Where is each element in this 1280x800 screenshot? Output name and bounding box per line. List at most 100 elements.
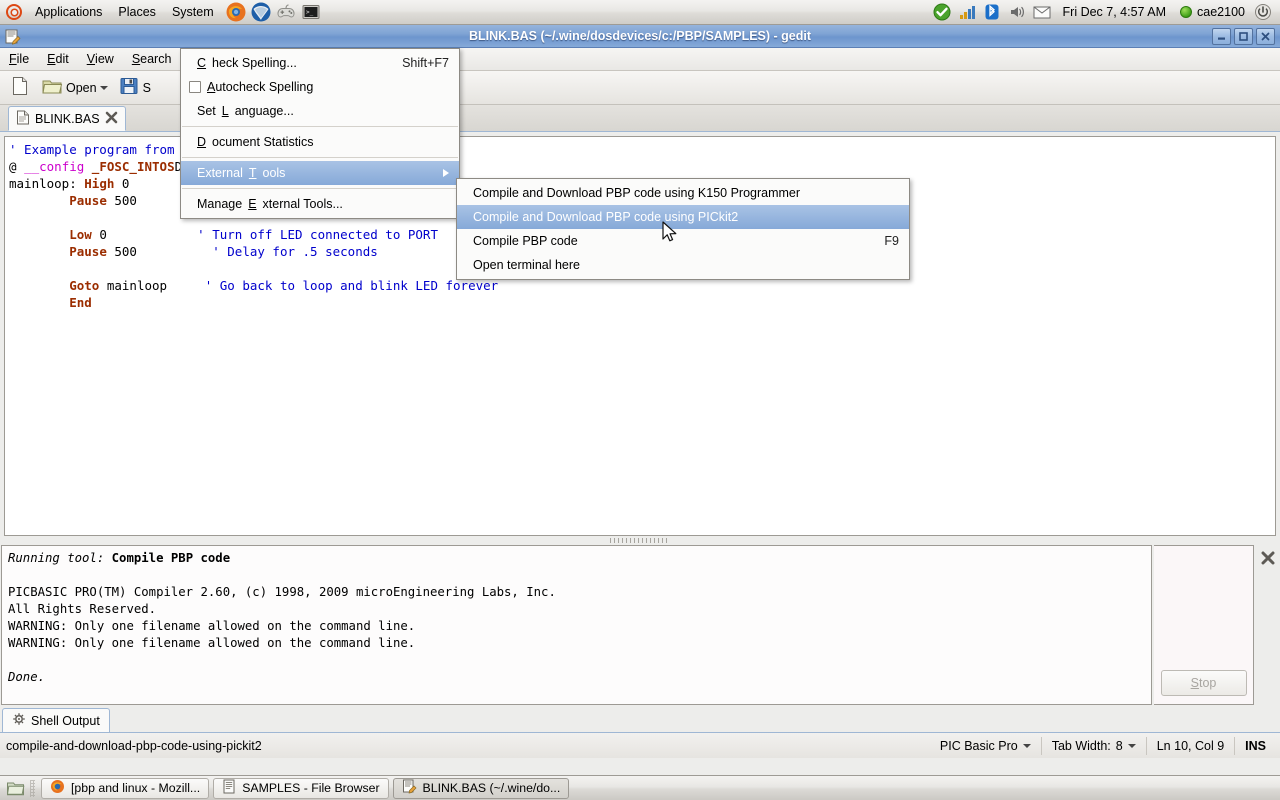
status-message: compile-and-download-pbp-code-using-pick… — [6, 739, 940, 753]
stop-button-label: top — [1199, 676, 1216, 690]
shell-output-line: Running tool: Compile PBP code — [8, 550, 1145, 567]
tab-close-icon[interactable] — [105, 111, 118, 127]
new-document-icon — [9, 75, 31, 100]
statusbar-insert-mode: INS — [1245, 739, 1274, 753]
code-token: mainloop: — [9, 176, 84, 191]
code-token — [9, 295, 69, 310]
bluetooth-icon[interactable] — [981, 1, 1003, 23]
firefox-icon — [50, 779, 65, 797]
code-token: 0 — [92, 227, 197, 242]
statusbar-language-selector[interactable]: PIC Basic Pro — [940, 739, 1031, 753]
code-token: ' Go back to loop and blink LED forever — [205, 278, 499, 293]
statusbar-language-label: PIC Basic Pro — [940, 739, 1018, 753]
taskbar-window-firefox-label: [pbp and linux - Mozill... — [71, 781, 200, 795]
chevron-down-icon — [1128, 744, 1136, 748]
submenu-item-k150[interactable]: Compile and Download PBP code using K150… — [457, 181, 909, 205]
code-token — [9, 278, 69, 293]
statusbar-tab-width-selector[interactable]: Tab Width: 8 — [1052, 739, 1136, 753]
ubuntu-logo-icon[interactable] — [5, 3, 23, 21]
power-icon[interactable] — [1252, 1, 1274, 23]
open-dropdown-caret-icon[interactable] — [100, 86, 108, 90]
window-controls — [1212, 28, 1280, 45]
network-signal-icon[interactable] — [956, 1, 978, 23]
code-token: _FOSC_INTOS — [84, 159, 174, 174]
statusbar: compile-and-download-pbp-code-using-pick… — [0, 732, 1280, 758]
submenu-item-compile-pbp[interactable]: Compile PBP code F9 — [457, 229, 909, 253]
shell-output-line — [8, 567, 1145, 584]
code-token: 0 — [114, 176, 129, 191]
taskbar-window-gedit-label: BLINK.BAS (~/.wine/do... — [423, 781, 561, 795]
shell-output-done: Done. — [8, 669, 1145, 686]
terminal-icon[interactable]: >_ — [300, 1, 322, 23]
shell-output-text[interactable]: Running tool: Compile PBP code PICBASIC … — [1, 545, 1152, 705]
panel-close-icon[interactable] — [1256, 545, 1280, 705]
taskbar-window-firefox[interactable]: [pbp and linux - Mozill... — [41, 778, 209, 799]
stop-button[interactable]: Stop — [1161, 670, 1247, 696]
statusbar-tab-width-label: Tab Width: — [1052, 739, 1111, 753]
statusbar-separator-3 — [1234, 737, 1235, 755]
maximize-icon[interactable] — [1234, 28, 1253, 45]
code-token — [9, 193, 69, 208]
taskbar-grip[interactable] — [30, 780, 35, 797]
panel-menu-places[interactable]: Places — [111, 2, 163, 22]
menu-item-document-statistics[interactable]: Document Statistics — [181, 130, 459, 154]
tab-shell-output[interactable]: Shell Output — [2, 708, 110, 732]
menu-file[interactable]: File — [0, 48, 38, 70]
code-token: 500 — [107, 244, 212, 259]
menu-separator — [182, 126, 458, 127]
panel-clock[interactable]: Fri Dec 7, 4:57 AM — [1056, 2, 1174, 22]
chevron-down-icon — [1023, 744, 1031, 748]
menu-item-external-tools[interactable]: External Tools — [181, 161, 459, 185]
firefox-icon[interactable] — [225, 1, 247, 23]
update-manager-icon[interactable] — [931, 1, 953, 23]
panel-splitter[interactable] — [0, 536, 1280, 545]
window-titlebar[interactable]: BLINK.BAS (~/.wine/dosdevices/c:/PBP/SAM… — [0, 25, 1280, 48]
splitter-grip[interactable] — [610, 538, 670, 543]
taskbar-window-file-browser-label: SAMPLES - File Browser — [242, 781, 379, 795]
taskbar-window-gedit[interactable]: BLINK.BAS (~/.wine/do... — [393, 778, 570, 799]
code-token: @ — [9, 159, 24, 174]
shell-output-side: Stop — [1154, 545, 1254, 705]
shell-output-line — [8, 652, 1145, 669]
panel-user-menu[interactable]: cae2100 — [1176, 2, 1249, 22]
code-token: Goto — [69, 278, 99, 293]
code-token — [9, 244, 69, 259]
taskbar: [pbp and linux - Mozill... SAMPLES - Fil… — [0, 775, 1280, 800]
menu-view[interactable]: View — [78, 48, 123, 70]
document-tab-blink-bas[interactable]: BLINK.BAS — [8, 106, 126, 131]
volume-icon[interactable] — [1006, 1, 1028, 23]
bottom-tabstrip: Shell Output — [0, 705, 1280, 732]
mail-icon[interactable] — [1031, 1, 1053, 23]
shell-output-icon — [12, 712, 26, 729]
thunderbird-icon[interactable] — [250, 1, 272, 23]
game-controller-icon[interactable] — [275, 1, 297, 23]
statusbar-tab-width-value: 8 — [1116, 739, 1123, 753]
new-document-button[interactable] — [4, 74, 36, 102]
open-button[interactable]: Open — [36, 74, 113, 102]
gnome-top-panel: Applications Places System > — [0, 0, 1280, 25]
panel-menu-applications[interactable]: Applications — [28, 2, 109, 22]
submenu-item-open-terminal[interactable]: Open terminal here — [457, 253, 909, 277]
shell-output-line: WARNING: Only one filename allowed on th… — [8, 635, 1145, 652]
menu-item-check-spelling[interactable]: Check Spelling... Shift+F7 — [181, 51, 459, 75]
document-tab-label: BLINK.BAS — [35, 112, 100, 126]
checkbox-icon[interactable] — [189, 81, 201, 93]
menu-search[interactable]: Search — [123, 48, 181, 70]
submenu-arrow-icon — [443, 169, 449, 177]
code-token: Low — [69, 227, 92, 242]
submenu-item-pickit2-label: Compile and Download PBP code using PICk… — [465, 210, 885, 224]
menu-item-set-language[interactable]: Set Language... — [181, 99, 459, 123]
tab-shell-output-label: Shell Output — [31, 714, 100, 728]
minimize-icon[interactable] — [1212, 28, 1231, 45]
save-button[interactable]: S — [113, 74, 156, 102]
menu-edit[interactable]: Edit — [38, 48, 78, 70]
panel-menu-system[interactable]: System — [165, 2, 221, 22]
code-token: 500 — [107, 193, 137, 208]
taskbar-window-file-browser[interactable]: SAMPLES - File Browser — [213, 778, 388, 799]
menu-item-autocheck-spelling[interactable]: Autocheck Spelling — [181, 75, 459, 99]
menu-item-manage-external-tools[interactable]: Manage External Tools... — [181, 192, 459, 216]
show-desktop-icon[interactable] — [4, 778, 26, 799]
close-icon[interactable] — [1256, 28, 1275, 45]
submenu-item-pickit2[interactable]: Compile and Download PBP code using PICk… — [457, 205, 909, 229]
user-status-dot — [1180, 6, 1192, 18]
